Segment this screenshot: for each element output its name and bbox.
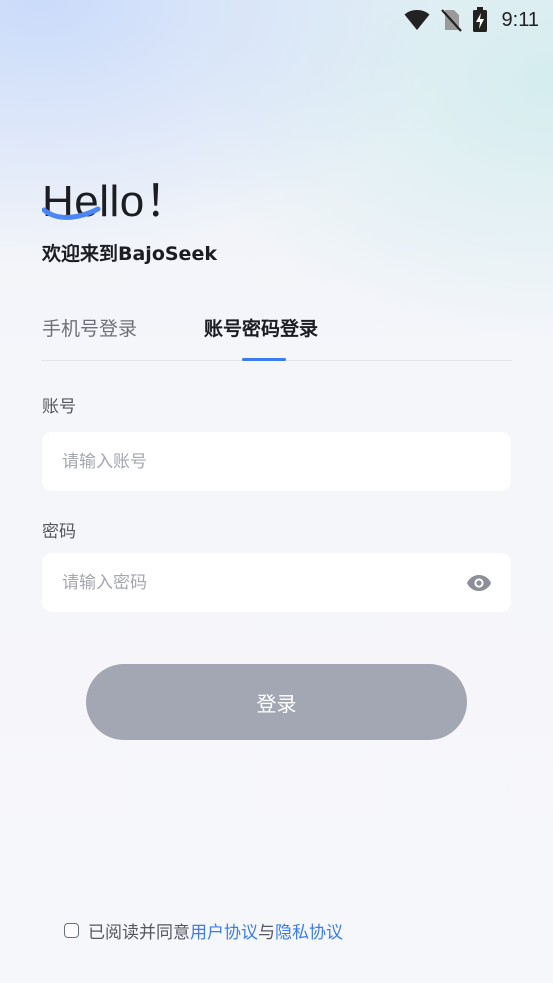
no-sim-icon [440,8,462,32]
password-input[interactable] [60,552,465,613]
tab-phone-login[interactable]: 手机号登录 [42,314,137,341]
welcome-text: 欢迎来到BajoSeek [42,243,217,265]
account-label: 账号 [42,397,76,417]
agreement-checkbox[interactable] [64,923,79,938]
login-button[interactable]: 登录 [86,664,467,740]
account-field [42,431,511,492]
hello-swoosh-decoration [42,206,101,220]
status-bar: 9:11 [0,0,553,40]
login-tabs: 手机号登录 账号密码登录 [42,312,512,361]
privacy-agreement-link[interactable]: 隐私协议 [275,918,343,943]
show-password-toggle[interactable] [465,569,493,597]
eye-icon [467,574,491,591]
user-agreement-link[interactable]: 用户协议 [190,918,258,943]
tab-account-login[interactable]: 账号密码登录 [204,314,318,341]
status-time: 9:11 [501,8,539,31]
password-field [42,552,511,613]
agreement-joiner: 与 [258,923,275,943]
hello-heading: Hello！ [42,176,189,228]
account-input[interactable] [60,431,493,492]
agreement-row: 已阅读并同意 用户协议 与 隐私协议 [64,918,343,943]
wifi-icon [404,9,430,31]
agreement-prefix: 已阅读并同意 [88,923,190,943]
battery-charging-icon [472,7,488,33]
password-label: 密码 [42,522,76,542]
active-tab-indicator [242,358,286,361]
